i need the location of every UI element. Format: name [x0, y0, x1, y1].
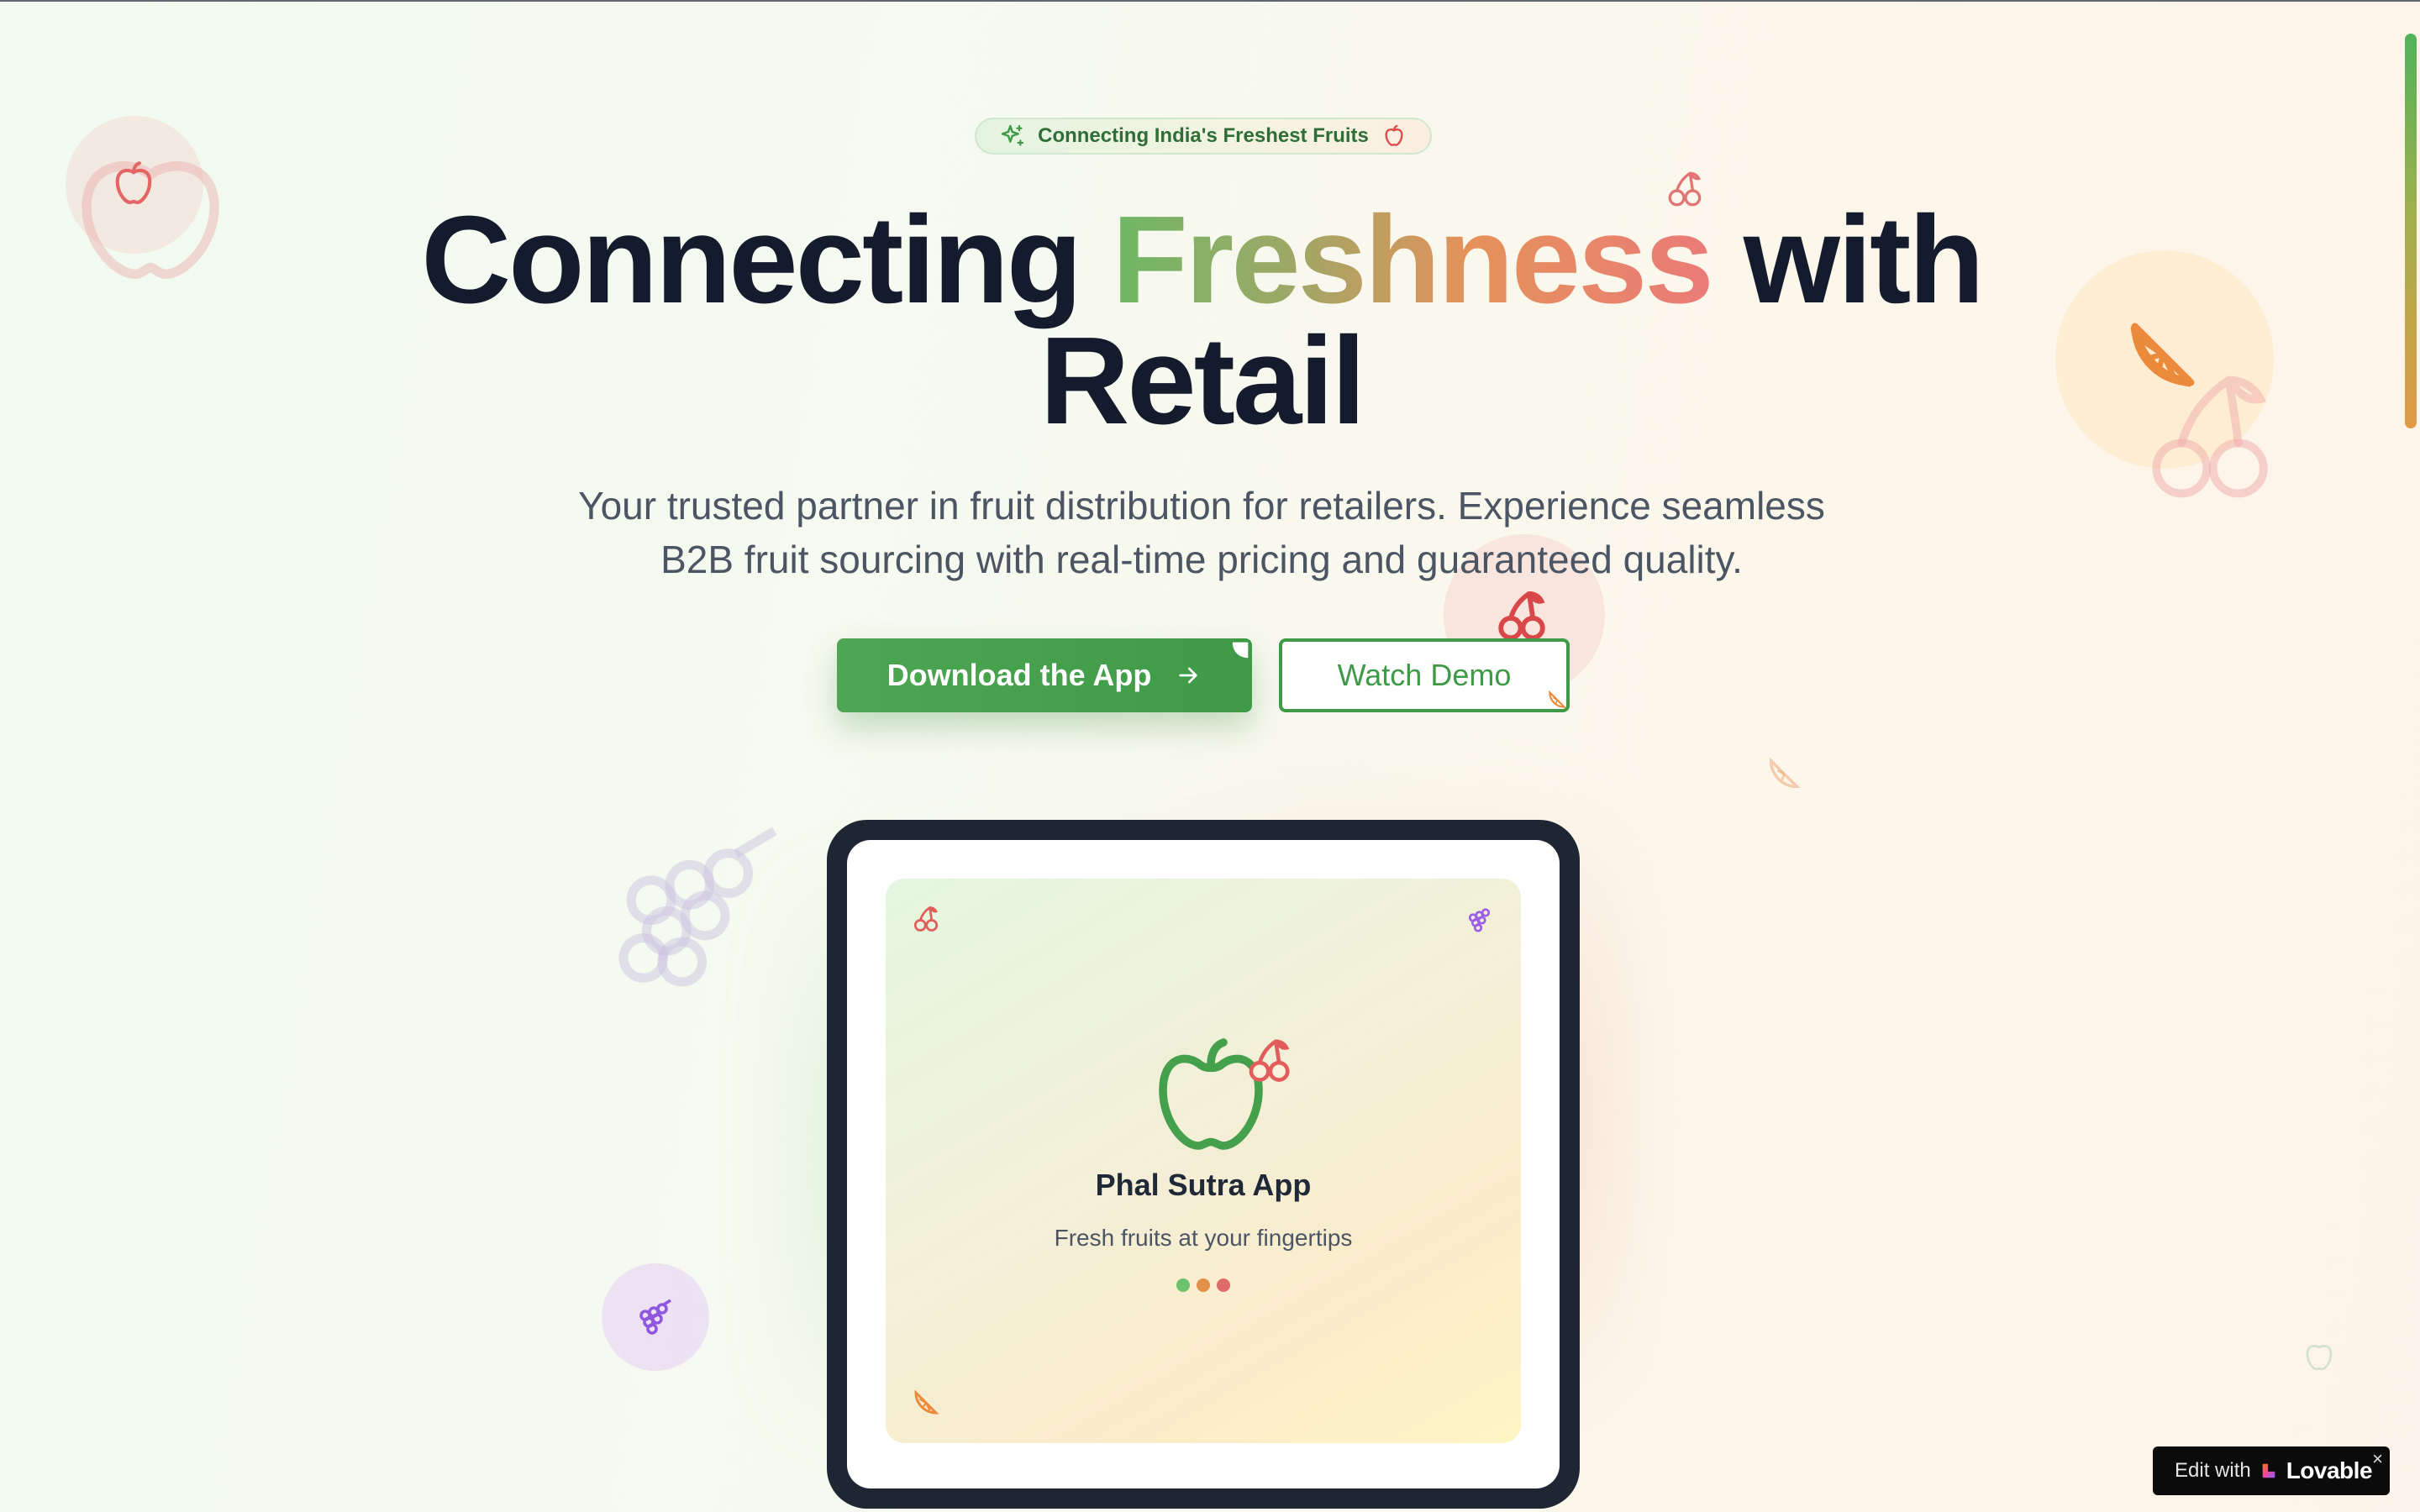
arrow-right-icon	[1179, 667, 1197, 684]
watch-demo-button[interactable]: Watch Demo	[1279, 638, 1570, 712]
cherry-corner-icon	[913, 906, 939, 932]
app-preview-subtitle: Fresh fruits at your fingertips	[1054, 1225, 1353, 1251]
lovable-brand-text: Lovable	[2286, 1457, 2373, 1483]
grapes-outline-large-icon	[618, 827, 777, 987]
hero-badge: Connecting India's Freshest Fruits	[975, 118, 1432, 155]
orange-slice-faint-icon	[1769, 757, 1801, 789]
dot-red	[1217, 1278, 1230, 1292]
download-app-button[interactable]: Download the App	[837, 638, 1252, 712]
apple-icon	[115, 161, 152, 205]
download-app-label: Download the App	[886, 658, 1152, 692]
hero-title-line2: Retail	[1039, 312, 1365, 450]
cherry-icon	[1498, 591, 1545, 641]
dot-orange	[1197, 1278, 1210, 1292]
hero-subtitle-line2: B2B fruit sourcing with real-time pricin…	[660, 538, 1743, 581]
app-logo-apple-icon	[1159, 1038, 1290, 1150]
app-preview-title: Phal Sutra App	[1095, 1168, 1312, 1202]
grapes-corner-icon	[1468, 908, 1491, 932]
leaf-icon	[1229, 640, 1250, 661]
edit-with-lovable-badge[interactable]: Edit with Lovable ×	[2153, 1446, 2390, 1495]
grapes-icon	[639, 1299, 671, 1335]
lovable-close-button[interactable]: ×	[2372, 1448, 2383, 1470]
hero-title-part2: with	[1711, 191, 1985, 329]
apple-faint-icon	[2306, 1345, 2333, 1371]
hero-title-highlight: Freshness	[1112, 191, 1713, 329]
apple-icon	[1385, 124, 1403, 146]
scrollbar-thumb[interactable]	[2405, 34, 2417, 428]
hero-subtitle: Your trusted partner in fruit distributi…	[538, 479, 1865, 586]
orange-slice-icon	[2130, 323, 2195, 387]
tablet-mockup: Phal Sutra App Fresh fruits at your fing…	[827, 820, 1580, 1509]
app-preview-dots	[886, 1278, 1521, 1292]
tablet-screen: Phal Sutra App Fresh fruits at your fing…	[847, 840, 1560, 1488]
scrollbar[interactable]	[2402, 0, 2420, 1512]
orange-slice-mini-icon	[1549, 690, 1567, 708]
dot-green	[1176, 1278, 1190, 1292]
orange-corner-icon	[914, 1389, 939, 1415]
lovable-heart-icon	[2262, 1463, 2275, 1478]
badge-text: Connecting India's Freshest Fruits	[1038, 124, 1369, 147]
hero-subtitle-line1: Your trusted partner in fruit distributi…	[578, 484, 1825, 528]
window-top-border	[0, 0, 2420, 2]
lovable-edit-text: Edit with	[2175, 1459, 2251, 1482]
hero-title-part1: Connecting	[421, 191, 1113, 329]
sparkles-icon	[1001, 124, 1024, 146]
app-preview-card: Phal Sutra App Fresh fruits at your fing…	[886, 879, 1521, 1443]
hero-title: Connecting Freshness with Retail	[286, 198, 2118, 444]
watch-demo-label: Watch Demo	[1337, 658, 1512, 692]
